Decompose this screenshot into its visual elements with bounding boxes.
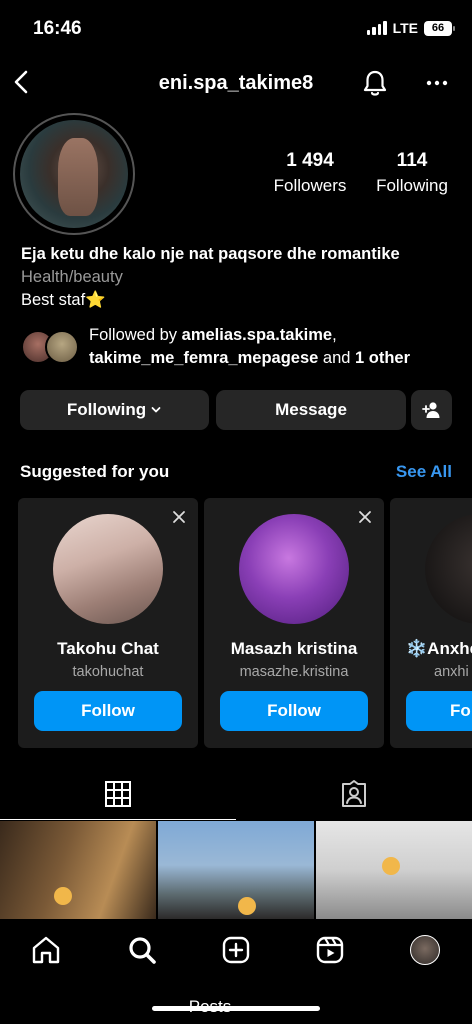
followed-others-link[interactable]: 1 other	[355, 349, 410, 367]
suggested-handle: anxhi	[434, 664, 469, 680]
close-icon[interactable]	[358, 510, 372, 524]
home-icon[interactable]	[30, 934, 62, 966]
follow-button[interactable]: Follow	[220, 691, 368, 731]
grid-icon	[105, 780, 131, 807]
following-button[interactable]: Following	[20, 390, 209, 430]
stat-following[interactable]: 114 Following	[362, 150, 462, 196]
stat-following-value: 114	[396, 150, 428, 171]
tab-tagged[interactable]	[236, 768, 472, 820]
stat-following-label: Following	[376, 176, 448, 195]
avatar-image	[20, 120, 128, 228]
stat-followers-value: 1 494	[286, 150, 334, 171]
close-icon[interactable]	[172, 510, 186, 524]
see-all-link[interactable]: See All	[396, 462, 452, 482]
followed-and: and	[318, 349, 356, 367]
followed-by-avatars	[21, 330, 81, 366]
suggested-handle: masazhe.kristina	[239, 664, 349, 680]
suggested-card[interactable]: Takohu Chat takohuchat Follow	[18, 498, 198, 748]
followed-user-link[interactable]: takime_me_femra_mepagese	[89, 349, 318, 367]
top-bar: eni.spa_takime8	[0, 60, 472, 106]
signal-icon	[366, 21, 387, 35]
avatar	[45, 330, 79, 364]
profile-actions: Following Message	[20, 390, 452, 430]
profile-tab-avatar[interactable]	[410, 935, 440, 965]
bio-text: Best staf⭐	[21, 291, 106, 309]
posts-grid	[0, 821, 472, 919]
suggested-avatar[interactable]	[425, 514, 472, 624]
suggested-name: ❄️Anxhe	[406, 639, 472, 658]
suggested-title: Suggested for you	[20, 462, 170, 481]
bell-icon[interactable]	[360, 68, 390, 98]
follow-button[interactable]: Follow	[34, 691, 182, 731]
stat-followers-label: Followers	[273, 176, 347, 195]
network-type: LTE	[392, 20, 418, 36]
following-label: Following	[66, 400, 147, 419]
status-time: 16:46	[33, 18, 82, 39]
reels-icon[interactable]	[314, 934, 346, 966]
stat-followers[interactable]: 1 494 Followers	[260, 150, 360, 196]
bio-name: Eja ketu dhe kalo nje nat paqsore dhe ro…	[21, 245, 400, 263]
suggested-avatar[interactable]	[53, 514, 163, 624]
followed-user-link[interactable]: amelias.spa.takime	[182, 326, 332, 344]
profile-username: eni.spa_takime8	[158, 72, 314, 94]
followed-separator: ,	[332, 326, 337, 344]
suggested-name: Takohu Chat	[57, 639, 159, 658]
add-user-button[interactable]	[411, 390, 452, 430]
profile-avatar[interactable]	[13, 113, 135, 235]
tagged-person-icon	[342, 780, 366, 807]
suggested-card[interactable]: Masazh kristina masazhe.kristina Follow	[204, 498, 384, 748]
more-options-icon[interactable]	[424, 70, 450, 96]
bottom-navigation	[0, 920, 472, 990]
create-post-icon[interactable]	[220, 934, 252, 966]
suggested-avatar[interactable]	[239, 514, 349, 624]
post-thumbnail[interactable]	[0, 821, 156, 919]
followed-prefix: Followed by	[89, 326, 182, 344]
search-icon[interactable]	[126, 934, 158, 966]
followed-by-text: Followed by amelias.spa.takime, takime_me…	[89, 324, 469, 370]
profile-bio: Eja ketu dhe kalo nje nat paqsore dhe ro…	[21, 243, 461, 312]
status-bar: 16:46 LTE 66	[0, 0, 472, 56]
add-user-icon	[421, 402, 439, 418]
suggested-name: Masazh kristina	[230, 639, 358, 658]
home-indicator	[152, 1006, 320, 1011]
suggested-header: Suggested for you See All	[20, 462, 452, 486]
message-button[interactable]: Message	[216, 390, 406, 430]
profile-tabs	[0, 768, 472, 820]
battery-icon: 66	[424, 20, 455, 36]
follow-button[interactable]: Fo	[406, 691, 472, 731]
post-thumbnail[interactable]	[316, 821, 472, 919]
followed-by[interactable]: Followed by amelias.spa.takime, takime_me…	[21, 324, 461, 372]
suggested-handle: takohuchat	[72, 664, 144, 680]
tab-posts-grid[interactable]	[0, 768, 236, 820]
suggested-card[interactable]: ❄️Anxhe anxhi Fo	[390, 498, 472, 748]
suggested-cards: Takohu Chat takohuchat Follow Masazh kri…	[18, 498, 472, 748]
chevron-down-icon	[151, 407, 161, 413]
bio-category: Health/beauty	[21, 268, 123, 286]
post-thumbnail[interactable]	[158, 821, 314, 919]
status-indicators: LTE 66	[366, 20, 455, 36]
